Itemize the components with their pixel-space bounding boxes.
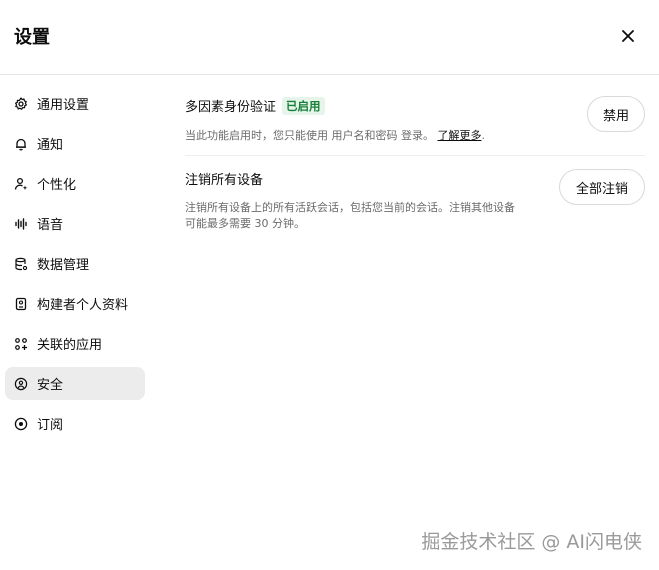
sidebar-item-general[interactable]: 通用设置 <box>5 87 145 120</box>
watermark: 掘金技术社区 @ AI闪电侠 <box>421 531 642 553</box>
sidebar-item-builder-profile[interactable]: 构建者个人资料 <box>5 287 145 320</box>
mfa-description-suffix: . <box>481 129 486 142</box>
sidebar-item-label: 安全 <box>37 378 64 393</box>
sidebar-item-label: 订阅 <box>37 418 64 433</box>
sidebar-item-label: 通知 <box>37 138 64 153</box>
sidebar-item-label: 构建者个人资料 <box>37 298 129 313</box>
apps-grid-icon <box>13 336 29 352</box>
sidebar-item-label: 个性化 <box>37 178 77 193</box>
gear-icon <box>13 96 29 112</box>
id-card-icon <box>13 296 29 312</box>
mfa-description-text: 当此功能启用时，您只能使用 用户名和密码 登录。 <box>185 129 434 142</box>
sidebar-item-subscription[interactable]: 订阅 <box>5 407 145 440</box>
sidebar-item-label: 关联的应用 <box>37 338 103 353</box>
sidebar-item-label: 语音 <box>37 218 64 233</box>
sidebar-item-data-controls[interactable]: 数据管理 <box>5 247 145 280</box>
sidebar-item-security[interactable]: 安全 <box>5 367 145 400</box>
close-button[interactable] <box>614 24 642 48</box>
sidebar-item-notifications[interactable]: 通知 <box>5 127 145 160</box>
logout-description: 注销所有设备上的所有活跃会话，包括您当前的会话。注销其他设备可能最多需要 30 … <box>185 201 515 230</box>
mfa-title: 多因素身份验证 <box>185 100 277 115</box>
mfa-description: 当此功能启用时，您只能使用 用户名和密码 登录。 了解更多. <box>185 127 485 143</box>
settings-sidebar: 通用设置 通知 个性化 语音 数据管理 构建者个人资料 关联的应用 安全 订阅 <box>5 87 145 447</box>
section-divider <box>185 155 645 156</box>
status-badge: 已启用 <box>282 96 325 115</box>
disable-mfa-button[interactable]: 禁用 <box>587 96 645 132</box>
settings-header: 设置 <box>0 0 659 75</box>
page-title: 设置 <box>14 27 50 48</box>
sidebar-item-voice[interactable]: 语音 <box>5 207 145 240</box>
database-icon <box>13 256 29 272</box>
learn-more-link[interactable]: 了解更多 <box>438 129 482 142</box>
waveform-icon <box>13 216 29 232</box>
logout-title-row: 注销所有设备 <box>185 169 263 188</box>
shield-lock-icon <box>13 376 29 392</box>
close-icon <box>622 27 634 46</box>
person-sparkle-icon <box>13 176 29 192</box>
logout-all-button[interactable]: 全部注销 <box>559 169 645 205</box>
bell-icon <box>13 136 29 152</box>
logout-title: 注销所有设备 <box>185 173 264 188</box>
sidebar-item-connected-apps[interactable]: 关联的应用 <box>5 327 145 360</box>
target-icon <box>13 416 29 432</box>
sidebar-item-label: 数据管理 <box>37 258 90 273</box>
sidebar-item-personalization[interactable]: 个性化 <box>5 167 145 200</box>
sidebar-item-label: 通用设置 <box>37 98 90 113</box>
mfa-title-row: 多因素身份验证 已启用 <box>185 96 325 115</box>
